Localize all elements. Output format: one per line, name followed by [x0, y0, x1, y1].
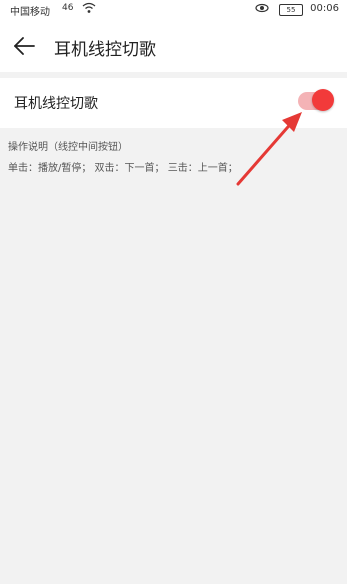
clock: 00:06 [310, 3, 339, 14]
page-title: 耳机线控切歌 [54, 40, 156, 60]
status-bar: 中国移动 46 55 00:06 [0, 0, 347, 20]
setting-label: 耳机线控切歌 [14, 96, 98, 112]
signal-icon: 46 [62, 3, 74, 13]
app-bar: 耳机线控切歌 [0, 20, 347, 72]
annotation-arrow-icon [236, 112, 302, 186]
description-title: 操作说明（线控中间按钮） [8, 142, 128, 153]
battery-icon: 55 [279, 4, 303, 16]
back-arrow-icon [14, 37, 35, 55]
carrier-name: 中国移动 [10, 7, 50, 18]
eye-icon [255, 2, 269, 17]
wifi-icon [82, 2, 96, 17]
back-button[interactable] [8, 30, 40, 62]
description-text: 单击：播放/暂停； 双击：下一首； 三击：上一首； [8, 163, 238, 174]
toggle-knob [312, 89, 334, 111]
